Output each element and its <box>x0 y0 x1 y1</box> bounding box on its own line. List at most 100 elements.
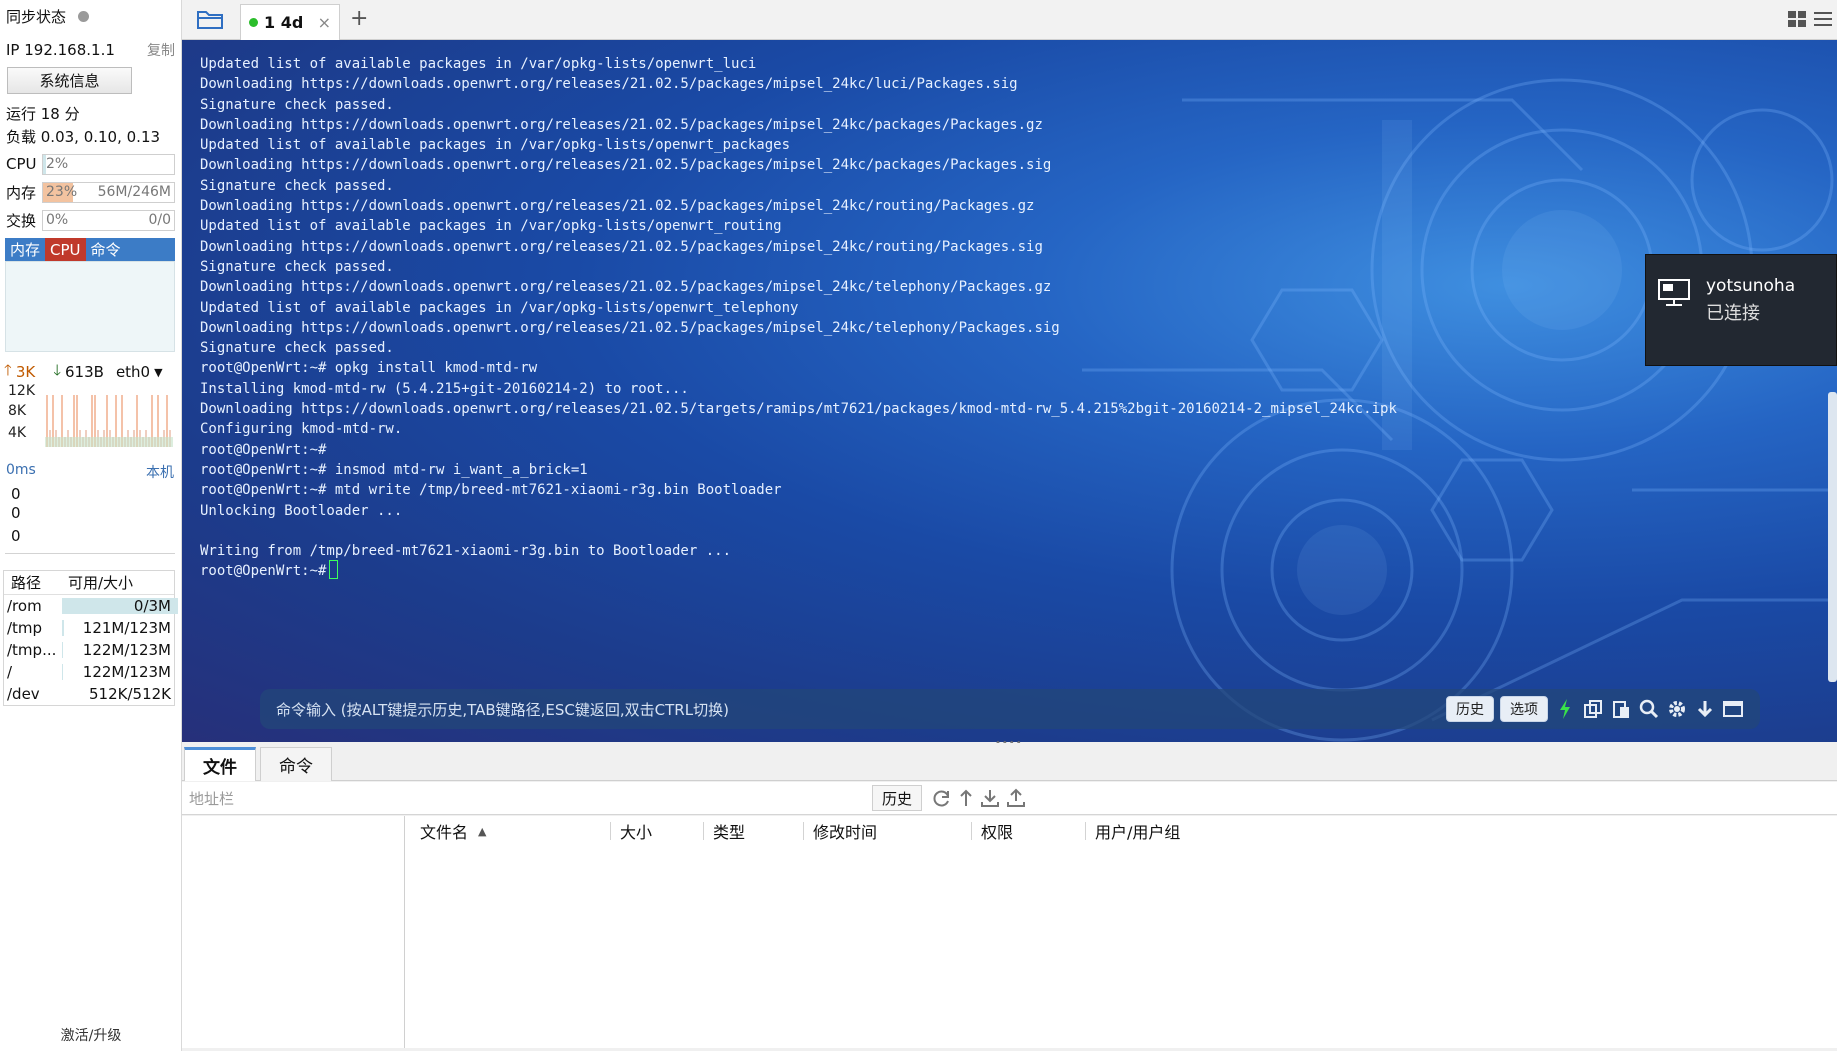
connection-toast[interactable]: yotsunoha 已连接 <box>1645 254 1837 366</box>
column-size[interactable]: 可用/大小 <box>68 572 133 593</box>
copy-icon[interactable] <box>1582 698 1604 720</box>
column-permissions[interactable]: 权限 <box>981 816 1013 846</box>
menu-icon[interactable] <box>1813 10 1833 28</box>
column-modified[interactable]: 修改时间 <box>813 816 877 846</box>
terminal-line: root@OpenWrt:~# <box>200 560 1397 580</box>
network-sparkline <box>45 395 173 447</box>
tab-files[interactable]: 文件 <box>184 747 256 781</box>
column-type[interactable]: 类型 <box>713 816 745 846</box>
terminal-line: Downloading https://downloads.openwrt.or… <box>200 401 1397 418</box>
swap-meter: 交换 0% 0/0 <box>6 209 175 231</box>
disk-path: /dev <box>7 685 40 703</box>
command-input-bar[interactable]: 命令输入 (按ALT键提示历史,TAB键路径,ESC键返回,双击CTRL切换) … <box>260 689 1760 729</box>
file-list[interactable]: 文件名 ▲ 大小 类型 修改时间 权限 用户/用户组 <box>405 816 1837 1048</box>
parent-folder-icon[interactable] <box>958 788 974 808</box>
grid-layout-icon[interactable] <box>1787 10 1807 28</box>
ping-target[interactable]: 本机 <box>146 462 174 482</box>
sort-ascending-icon: ▲ <box>478 824 487 838</box>
ip-row: IP 192.168.1.1 复制 <box>6 39 175 61</box>
terminal-line: Updated list of available packages in /v… <box>200 137 791 154</box>
activate-upgrade-link[interactable]: 激活/升级 <box>0 1025 182 1045</box>
disk-table: 路径 可用/大小 /rom 0/3M/tmp 121M/123M/tmp... 122… <box>3 570 178 706</box>
disk-row[interactable]: / 122M/123M <box>4 661 174 683</box>
terminal-line: Downloading https://downloads.openwrt.or… <box>200 238 1043 255</box>
lightning-icon[interactable] <box>1554 698 1576 720</box>
net-axis-label: 4K <box>8 425 27 441</box>
disk-size: 122M/123M <box>82 663 171 681</box>
network-download-area <box>45 437 173 447</box>
terminal-line: Updated list of available packages in /v… <box>200 218 782 235</box>
search-icon[interactable] <box>1638 698 1660 720</box>
layout-controls <box>1787 10 1833 28</box>
disk-row[interactable]: /tmp 121M/123M <box>4 617 174 639</box>
toast-status: 已连接 <box>1706 303 1760 324</box>
resource-graph-tabs: 内存 CPU 命令 <box>5 238 175 261</box>
column-divider[interactable] <box>971 822 972 840</box>
column-owner[interactable]: 用户/用户组 <box>1095 816 1180 846</box>
upload-icon[interactable] <box>1006 788 1026 808</box>
column-divider[interactable] <box>803 822 804 840</box>
terminal-pane[interactable]: Updated list of available packages in /v… <box>182 40 1837 742</box>
history-button[interactable]: 历史 <box>1446 696 1494 722</box>
disk-table-header: 路径 可用/大小 <box>4 571 174 595</box>
disk-row[interactable]: /dev 512K/512K <box>4 683 174 705</box>
disk-path: /rom <box>7 597 42 615</box>
open-folder-icon[interactable] <box>196 8 226 32</box>
copy-ip-link[interactable]: 复制 <box>147 40 175 60</box>
session-tab[interactable]: 1 4d × <box>240 4 340 40</box>
close-icon[interactable]: × <box>318 13 331 32</box>
paste-icon[interactable] <box>1610 698 1632 720</box>
address-history-button[interactable]: 历史 <box>872 785 922 811</box>
interface-select[interactable]: eth0 <box>116 363 150 381</box>
terminal-line: root@OpenWrt:~# mtd write /tmp/breed-mt7… <box>200 482 782 499</box>
sync-status[interactable]: 同步状态 <box>6 5 175 27</box>
disk-size-cell: 122M/123M <box>58 663 174 681</box>
address-input[interactable]: 地址栏 <box>182 788 870 809</box>
tab-memory-graph[interactable]: 内存 <box>5 238 45 261</box>
disk-size: 512K/512K <box>89 685 171 703</box>
column-filename[interactable]: 文件名 ▲ <box>420 816 486 846</box>
column-divider[interactable] <box>703 822 704 840</box>
download-arrow-icon[interactable] <box>1694 698 1716 720</box>
command-input[interactable]: 命令输入 (按ALT键提示历史,TAB键路径,ESC键返回,双击CTRL切换) <box>276 699 729 720</box>
network-row: 🡑 3K 🡓 613B eth0 ▼ <box>4 361 176 383</box>
terminal-line: Downloading https://downloads.openwrt.or… <box>200 279 1052 296</box>
tab-command-graph[interactable]: 命令 <box>86 238 126 261</box>
disk-row[interactable]: /rom 0/3M <box>4 595 178 617</box>
terminal-line: root@OpenWrt:~# opkg install kmod-mtd-rw <box>200 360 538 377</box>
disk-rows: /rom 0/3M/tmp 121M/123M/tmp... 122M/123M / 12… <box>4 595 178 705</box>
ip-address: IP 192.168.1.1 <box>6 41 115 59</box>
disk-usage-bar <box>62 642 64 658</box>
terminal-scrollbar[interactable] <box>1828 392 1837 682</box>
uptime: 运行 18 分 <box>6 104 80 123</box>
chevron-down-icon[interactable]: ▼ <box>154 366 162 379</box>
column-size[interactable]: 大小 <box>620 816 652 846</box>
memory-percent: 23% <box>46 184 78 200</box>
disk-size-cell: 121M/123M <box>58 619 174 637</box>
sync-status-label: 同步状态 <box>6 7 67 26</box>
terminal-line: Configuring kmod-mtd-rw. <box>200 421 403 438</box>
download-icon[interactable] <box>980 788 1000 808</box>
gear-icon[interactable] <box>1666 698 1688 720</box>
column-path[interactable]: 路径 <box>4 572 68 593</box>
disk-row[interactable]: /tmp... 122M/123M <box>4 639 174 661</box>
window-maximize-icon[interactable] <box>1722 698 1744 720</box>
app-window: 同步状态 IP 192.168.1.1 复制 系统信息 运行 18 分 负载 0… <box>0 0 1837 1051</box>
network-chart: 12K 8K 4K <box>5 383 175 453</box>
refresh-icon[interactable] <box>932 788 952 808</box>
options-button[interactable]: 选项 <box>1500 696 1548 722</box>
disk-usage-bar <box>62 664 64 680</box>
terminal-line: Updated list of available packages in /v… <box>200 56 757 72</box>
directory-tree[interactable] <box>182 816 405 1048</box>
tab-commands[interactable]: 命令 <box>260 747 332 781</box>
disk-size: 121M/123M <box>82 619 171 637</box>
net-axis-label: 12K <box>8 383 35 399</box>
bottom-panel-tabs: 文件 命令 <box>182 743 1837 781</box>
add-tab-icon[interactable]: + <box>350 6 368 31</box>
system-info-button[interactable]: 系统信息 <box>7 67 132 94</box>
column-divider[interactable] <box>1085 822 1086 840</box>
column-divider[interactable] <box>610 822 611 840</box>
tab-cpu-graph[interactable]: CPU <box>45 238 86 261</box>
disk-path: / <box>7 663 13 681</box>
